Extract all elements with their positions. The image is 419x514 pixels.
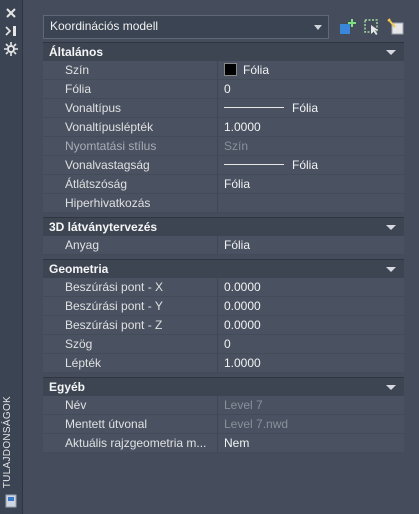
property-value: 0.0000 <box>224 280 261 294</box>
property-value: 1.0000 <box>224 120 261 134</box>
close-icon[interactable] <box>4 6 18 20</box>
property-row-layer[interactable]: Fólia 0 <box>43 80 404 99</box>
palette-title: TULAJDONSÁGOK <box>2 395 13 488</box>
property-row-lineweight[interactable]: Vonalvastagság Fólia <box>43 156 404 175</box>
property-label: Mentett útvonal <box>43 415 218 433</box>
property-row-linetype-scale[interactable]: Vonaltípuslépték 1.0000 <box>43 118 404 137</box>
section-title: Általános <box>49 45 104 59</box>
properties-grid: Általános Szín Fólia Fólia 0 Vonaltípus … <box>43 42 404 453</box>
property-value: Level 7.nwd <box>224 417 289 431</box>
property-label: Szín <box>43 61 218 79</box>
section-general[interactable]: Általános <box>43 42 404 61</box>
collapse-icon[interactable] <box>386 50 396 55</box>
property-row-color[interactable]: Szín Fólia <box>43 61 404 80</box>
property-label: Hiperhivatkozás <box>43 194 218 212</box>
section-geometry[interactable]: Geometria <box>43 259 404 278</box>
property-value: Level 7 <box>224 398 263 412</box>
property-row-insertion-x[interactable]: Beszúrási pont - X 0.0000 <box>43 278 404 297</box>
property-label: Fólia <box>43 80 218 98</box>
property-row-material[interactable]: Anyag Fólia <box>43 236 404 255</box>
property-value: Fólia <box>224 238 251 252</box>
toggle-pickadd-icon[interactable] <box>339 18 357 36</box>
autohide-icon[interactable] <box>4 24 18 38</box>
property-label: Beszúrási pont - Y <box>43 297 218 315</box>
property-label: Aktuális rajzgeometria m... <box>43 434 218 452</box>
section-3d-visualization[interactable]: 3D látványtervezés <box>43 217 404 236</box>
property-row-rotation[interactable]: Szög 0 <box>43 335 404 354</box>
collapse-icon[interactable] <box>386 225 396 230</box>
section-title: Egyéb <box>49 380 86 394</box>
property-value: 0.0000 <box>224 318 261 332</box>
property-label: Vonaltípus <box>43 99 218 117</box>
property-label: Vonalvastagság <box>43 156 218 174</box>
object-type-value: Koordinációs modell <box>50 19 159 33</box>
property-label: Beszúrási pont - X <box>43 278 218 296</box>
section-title: 3D látványtervezés <box>49 220 158 234</box>
property-row-name[interactable]: Név Level 7 <box>43 396 404 415</box>
property-label: Vonaltípuslépték <box>43 118 218 136</box>
property-label: Lépték <box>43 354 218 372</box>
property-value: Fólia <box>243 63 270 77</box>
collapse-icon[interactable] <box>386 385 396 390</box>
property-row-scale[interactable]: Lépték 1.0000 <box>43 354 404 373</box>
property-label: Név <box>43 396 218 414</box>
property-label: Nyomtatási stílus <box>43 137 218 155</box>
quick-select-icon[interactable] <box>387 18 405 36</box>
linetype-preview <box>224 107 284 108</box>
property-value: Szín <box>224 139 249 153</box>
property-value: 0.0000 <box>224 299 261 313</box>
property-value: 0 <box>224 82 231 96</box>
property-row-linetype[interactable]: Vonaltípus Fólia <box>43 99 404 118</box>
settings-gear-icon[interactable] <box>4 42 18 56</box>
property-row-saved-path[interactable]: Mentett útvonal Level 7.nwd <box>43 415 404 434</box>
collapse-icon[interactable] <box>386 267 396 272</box>
section-title: Geometria <box>49 262 109 276</box>
property-row-plot-style[interactable]: Nyomtatási stílus Szín <box>43 137 404 156</box>
property-row-hyperlink[interactable]: Hiperhivatkozás <box>43 194 404 213</box>
property-value: Fólia <box>292 101 319 115</box>
object-type-dropdown[interactable]: Koordinációs modell <box>43 15 329 39</box>
select-objects-icon[interactable] <box>363 18 381 36</box>
property-label: Beszúrási pont - Z <box>43 316 218 334</box>
palette-side-strip: TULAJDONSÁGOK <box>0 0 23 514</box>
property-label: Átlátszóság <box>43 175 218 193</box>
palette-icon <box>5 494 17 508</box>
property-value <box>218 194 404 212</box>
property-value: Fólia <box>292 158 319 172</box>
selection-toolbar: Koordinációs modell <box>43 15 413 41</box>
property-value: 1.0000 <box>224 356 261 370</box>
property-row-transparency[interactable]: Átlátszóság Fólia <box>43 175 404 194</box>
property-value: Nem <box>224 436 250 450</box>
property-row-current-geometry[interactable]: Aktuális rajzgeometria m... Nem <box>43 434 404 453</box>
chevron-down-icon <box>314 25 322 30</box>
property-label: Szög <box>43 335 218 353</box>
property-row-insertion-z[interactable]: Beszúrási pont - Z 0.0000 <box>43 316 404 335</box>
property-label: Anyag <box>43 236 218 254</box>
section-other[interactable]: Egyéb <box>43 377 404 396</box>
property-value: 0 <box>224 337 231 351</box>
lineweight-preview <box>224 164 284 165</box>
property-value: Fólia <box>224 177 251 191</box>
color-swatch <box>224 63 237 76</box>
property-row-insertion-y[interactable]: Beszúrási pont - Y 0.0000 <box>43 297 404 316</box>
